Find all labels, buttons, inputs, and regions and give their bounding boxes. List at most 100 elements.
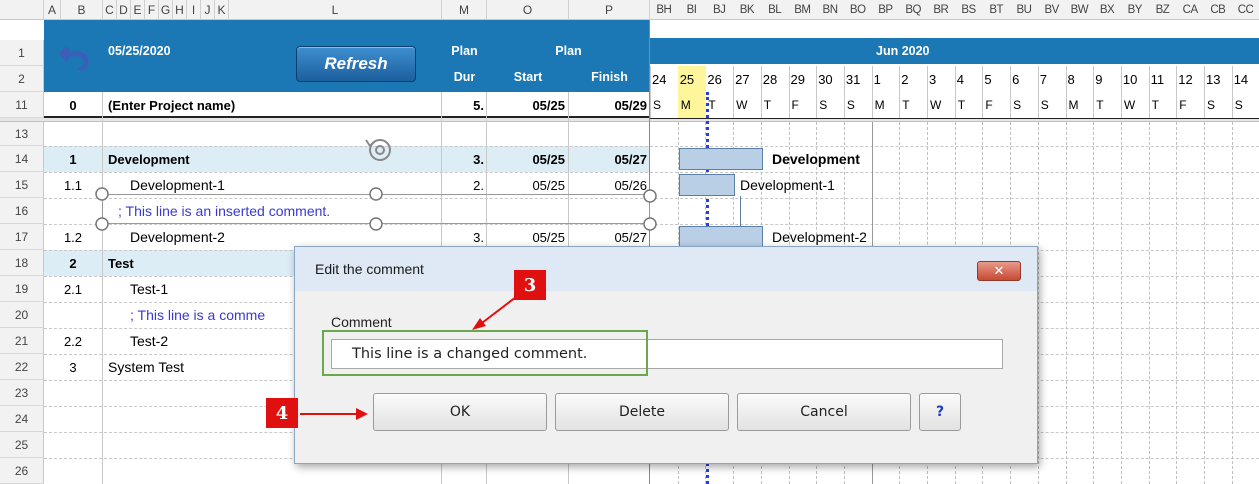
- gantt-day-number: 26: [707, 71, 722, 87]
- row-header-17[interactable]: 17: [0, 224, 44, 250]
- gantt-column-header[interactable]: CA: [1176, 0, 1204, 20]
- task-name[interactable]: System Test: [108, 354, 184, 380]
- gantt-column-header[interactable]: BN: [816, 0, 844, 20]
- rotate-handle-icon[interactable]: [360, 136, 400, 166]
- column-header-c[interactable]: C: [103, 0, 117, 20]
- task-finish: 05/27: [614, 151, 647, 167]
- row-header-2[interactable]: 2: [0, 66, 44, 92]
- task-id: 2.1: [63, 281, 83, 297]
- help-button[interactable]: ?: [919, 393, 961, 431]
- gantt-day-number: 11: [1150, 71, 1165, 87]
- column-header-g[interactable]: G: [159, 0, 173, 20]
- gantt-column-header[interactable]: BT: [982, 0, 1010, 20]
- column-header-o[interactable]: O: [487, 0, 569, 20]
- row-header-24[interactable]: 24: [0, 406, 44, 432]
- gantt-weekday: T: [957, 98, 966, 112]
- task-duration: 3.: [473, 151, 484, 167]
- gantt-day-number: 4: [956, 71, 964, 87]
- column-header-b[interactable]: B: [61, 0, 103, 20]
- task-name[interactable]: Test: [108, 250, 134, 276]
- gantt-column-header[interactable]: BL: [761, 0, 789, 20]
- row-header-13[interactable]: 13: [0, 122, 44, 146]
- gantt-day-row: 24 25 26 27 28 29 30 31 1 2 3 4 5 6 7 8 9 10 11 12 13 14: [650, 66, 1259, 118]
- header-date: 05/25/2020: [108, 44, 171, 58]
- row-header-14[interactable]: 14: [0, 146, 44, 172]
- gantt-column-header[interactable]: BZ: [1149, 0, 1177, 20]
- gantt-day-number: 14: [1233, 71, 1249, 87]
- gantt-day-number: 9: [1095, 71, 1103, 87]
- close-button[interactable]: ✕: [977, 261, 1021, 281]
- cancel-button[interactable]: Cancel: [737, 393, 911, 431]
- row-header-20[interactable]: 20: [0, 302, 44, 328]
- ok-button[interactable]: OK: [373, 393, 547, 431]
- gantt-label-development-1: Development-1: [740, 177, 835, 193]
- undo-icon[interactable]: [58, 40, 92, 70]
- column-header-bar: A B C D E F G H I J K L M O P BH BI BJ BK BL…: [0, 0, 1259, 20]
- row-header-25[interactable]: 25: [0, 432, 44, 458]
- gantt-day-number: 12: [1178, 71, 1193, 87]
- gantt-column-header[interactable]: CC: [1232, 0, 1259, 20]
- gantt-column-header[interactable]: BX: [1093, 0, 1121, 20]
- row-header-11[interactable]: 11: [0, 92, 44, 118]
- gantt-bar-development-2[interactable]: [679, 226, 763, 248]
- column-header-k[interactable]: K: [215, 0, 229, 20]
- row-header-18[interactable]: 18: [0, 250, 44, 276]
- gantt-bar-development-1[interactable]: [679, 174, 735, 196]
- column-header-j[interactable]: J: [201, 0, 215, 20]
- column-header-d[interactable]: D: [117, 0, 131, 20]
- gantt-column-header[interactable]: BO: [844, 0, 872, 20]
- gantt-day-number: 13: [1206, 71, 1221, 87]
- column-header-l[interactable]: L: [229, 0, 442, 20]
- row-header-16[interactable]: 16: [0, 198, 44, 224]
- gantt-column-header[interactable]: BY: [1121, 0, 1149, 20]
- gantt-bar-development[interactable]: [679, 148, 763, 170]
- gantt-weekday: W: [736, 98, 748, 112]
- task-id: 3: [69, 359, 77, 375]
- comment-line[interactable]: ; This line is a comme: [130, 302, 265, 328]
- gantt-weekday: M: [874, 98, 885, 112]
- task-name[interactable]: Test-2: [130, 328, 168, 354]
- row-header-1[interactable]: 1: [0, 40, 44, 66]
- row-header-26[interactable]: 26: [0, 458, 44, 484]
- column-header-h[interactable]: H: [173, 0, 187, 20]
- gantt-column-header[interactable]: BH: [650, 0, 678, 20]
- task-name[interactable]: Development-2: [130, 224, 225, 250]
- gantt-weekday: T: [708, 98, 716, 112]
- spreadsheet: A B C D E F G H I J K L M O P BH BI BJ BK BL…: [0, 0, 1259, 484]
- gantt-column-header[interactable]: BV: [1038, 0, 1066, 20]
- column-header-e[interactable]: E: [131, 0, 145, 20]
- gantt-column-header[interactable]: BS: [955, 0, 983, 20]
- gantt-column-header[interactable]: BJ: [705, 0, 733, 20]
- column-header-f[interactable]: F: [145, 0, 159, 20]
- gantt-column-header[interactable]: BU: [1010, 0, 1038, 20]
- gantt-column-header[interactable]: CB: [1204, 0, 1232, 20]
- gantt-column-header[interactable]: BP: [872, 0, 900, 20]
- column-header-m[interactable]: M: [442, 0, 487, 20]
- row-header-23[interactable]: 23: [0, 380, 44, 406]
- gantt-column-headers: BH BI BJ BK BL BM BN BO BP BQ BR BS BT BU BV BW BX BY BZ CA…: [650, 0, 1259, 20]
- gantt-gridline: [1093, 122, 1095, 484]
- delete-button[interactable]: Delete: [555, 393, 729, 431]
- task-name[interactable]: Development: [108, 146, 190, 172]
- gantt-weekday: T: [763, 98, 772, 112]
- gantt-column-header[interactable]: BQ: [899, 0, 927, 20]
- column-header-a[interactable]: A: [44, 0, 61, 20]
- gantt-day-number: 2: [901, 71, 909, 87]
- select-all-corner[interactable]: [0, 0, 44, 20]
- row-header-22[interactable]: 22: [0, 354, 44, 380]
- row-header-21[interactable]: 21: [0, 328, 44, 354]
- project-start: 05/25: [532, 97, 565, 113]
- row-header-15[interactable]: 15: [0, 172, 44, 198]
- row-header-19[interactable]: 19: [0, 276, 44, 302]
- project-name[interactable]: (Enter Project name): [108, 92, 235, 118]
- gantt-column-header[interactable]: BR: [927, 0, 955, 20]
- gantt-column-header[interactable]: BI: [678, 0, 706, 20]
- column-header-i[interactable]: I: [187, 0, 201, 20]
- column-header-p[interactable]: P: [569, 0, 650, 20]
- gantt-column-header[interactable]: BW: [1066, 0, 1094, 20]
- task-name[interactable]: Test-1: [130, 276, 168, 302]
- refresh-button[interactable]: Refresh: [296, 46, 416, 82]
- gantt-column-header[interactable]: BK: [733, 0, 761, 20]
- gantt-day-number: 8: [1067, 71, 1075, 87]
- gantt-column-header[interactable]: BM: [789, 0, 817, 20]
